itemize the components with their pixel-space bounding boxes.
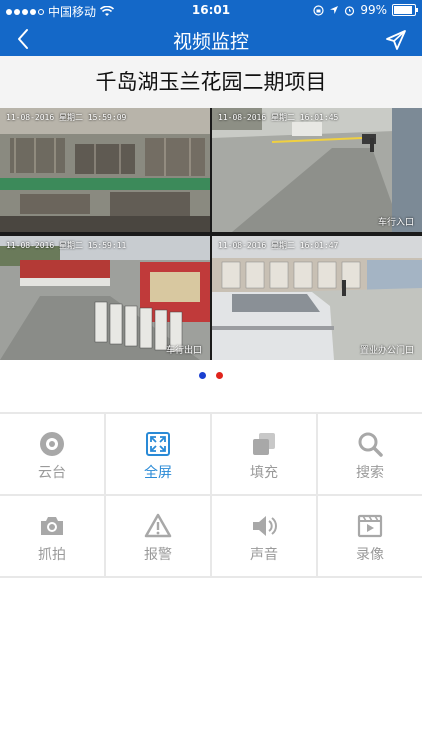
sound-button[interactable]: 声音 (212, 496, 316, 576)
snapshot-label: 抓拍 (38, 547, 66, 563)
fill-icon (253, 433, 275, 455)
page-dot-active[interactable] (199, 372, 206, 379)
battery-icon (392, 4, 418, 16)
speaker-icon (253, 516, 277, 536)
camera-4-timestamp: 11-08-2016 星期二 16:01:47 (218, 241, 339, 250)
search-icon (358, 432, 383, 457)
alarm-label: 报警 (144, 547, 172, 563)
status-right: 99% (313, 3, 418, 17)
alarm-warning-icon (144, 513, 172, 538)
search-label: 搜索 (356, 465, 384, 481)
search-button[interactable]: 搜索 (318, 414, 422, 494)
page-indicator (0, 372, 422, 384)
battery-fill (394, 6, 412, 14)
sound-label: 声音 (250, 547, 278, 563)
camera-1-timestamp: 11-08-2016 星期二 15:59:09 (6, 113, 127, 122)
camera-feed-3-image (0, 236, 210, 360)
nav-bar: 视频监控 (0, 22, 422, 56)
record-video-icon (357, 514, 383, 538)
alarm-clock-icon (345, 5, 355, 16)
camera-feed-3[interactable]: 11-08-2016 星期二 15:59:11 车行出口 (0, 236, 210, 360)
camera-2-timestamp: 11-08-2016 星期二 16:01:45 (218, 113, 339, 122)
camera-4-label: 置业办公门口 (359, 346, 414, 356)
control-grid: 云台 全屏 填充 搜索 抓拍 报警 声音 录像 (0, 412, 422, 578)
camera-feed-1-image (0, 108, 210, 232)
camera-feed-4[interactable]: 11-08-2016 星期二 16:01:47 置业办公门口 (212, 236, 422, 360)
fullscreen-button[interactable]: 全屏 (106, 414, 210, 494)
camera-feed-4-image (212, 236, 422, 360)
snapshot-button[interactable]: 抓拍 (0, 496, 104, 576)
alarm-button[interactable]: 报警 (106, 496, 210, 576)
camera-feed-2[interactable]: 11-08-2016 星期二 16:01:45 车行入口 (212, 108, 422, 232)
camera-feed-1[interactable]: 11-08-2016 星期二 15:59:09 (0, 108, 210, 232)
camera-2-label: 车行入口 (377, 218, 414, 228)
orientation-lock-icon (313, 4, 324, 16)
ptz-button[interactable]: 云台 (0, 414, 104, 494)
share-arrow-icon[interactable] (384, 28, 408, 52)
project-title: 千岛湖玉兰花园二期项目 (0, 56, 422, 108)
record-button[interactable]: 录像 (318, 496, 422, 576)
fullscreen-label: 全屏 (144, 465, 172, 481)
fullscreen-icon (146, 432, 170, 456)
fill-button[interactable]: 填充 (212, 414, 316, 494)
ptz-label: 云台 (38, 465, 66, 481)
battery-percent: 99% (360, 3, 387, 17)
record-label: 录像 (356, 547, 384, 563)
ptz-gear-icon (40, 432, 64, 456)
camera-feed-2-image (212, 108, 422, 232)
page-title: 视频监控 (172, 31, 249, 53)
camera-icon (41, 517, 63, 535)
location-arrow-icon (330, 6, 339, 14)
camera-3-label: 车行出口 (165, 346, 202, 356)
page-dot-inactive[interactable] (216, 372, 223, 379)
status-bar: 中国移动 16:01 99% (0, 0, 422, 22)
video-grid: 11-08-2016 星期二 15:59:09 11-08-2016 星期二 1… (0, 108, 422, 360)
fill-label: 填充 (250, 465, 278, 481)
camera-3-timestamp: 11-08-2016 星期二 15:59:11 (6, 241, 127, 250)
